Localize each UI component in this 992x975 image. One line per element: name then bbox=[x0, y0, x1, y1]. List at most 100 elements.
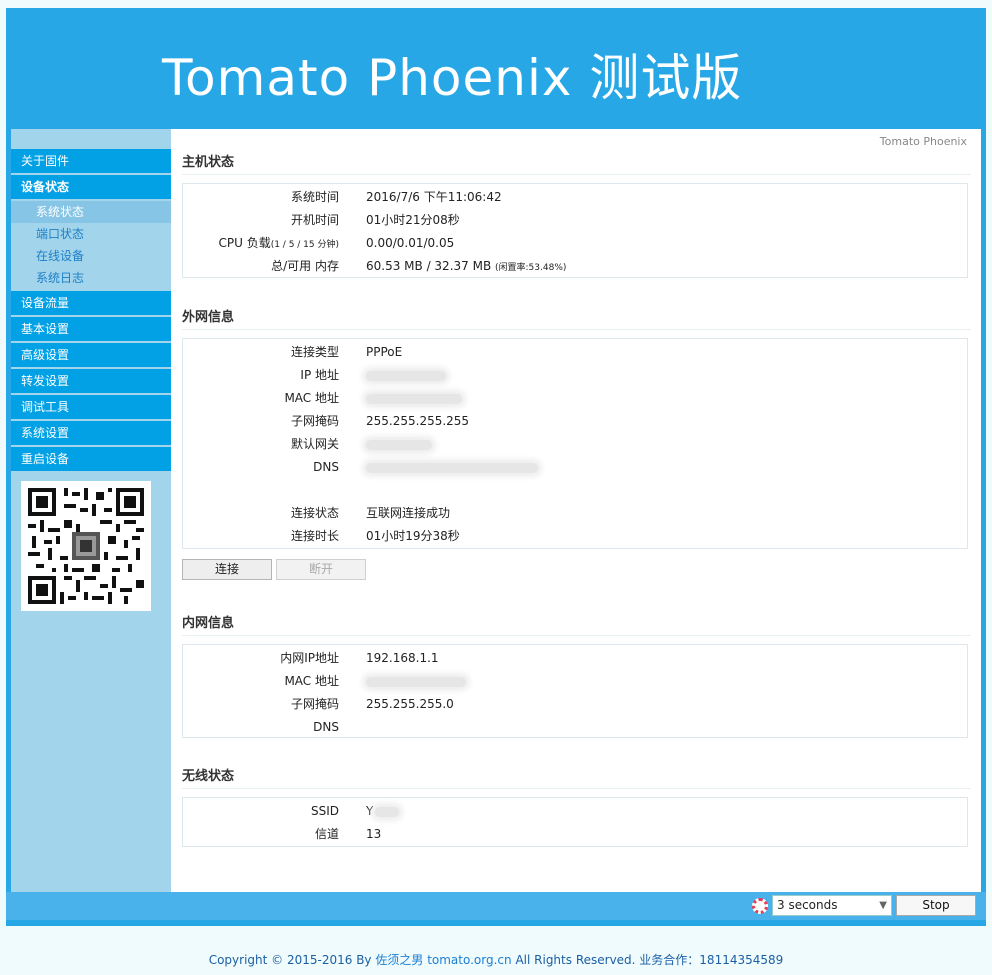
value-memory-idle: (闲置率:53.48%) bbox=[495, 263, 567, 273]
wan-info-box: 连接类型 PPPoE IP 地址 MAC 地址 子网掩码 255.255.255… bbox=[182, 338, 968, 549]
row-memory: 总/可用 内存 60.53 MB / 32.37 MB (闲置率:53.48%) bbox=[183, 255, 967, 278]
wan-actions: 连接 断开 bbox=[182, 559, 382, 580]
footer-site-link[interactable]: tomato.org.cn bbox=[427, 953, 511, 967]
redacted-blur bbox=[366, 439, 432, 450]
row-conn-type: 连接类型 PPPoE bbox=[183, 341, 967, 364]
footer-author-link[interactable]: 佐须之男 bbox=[375, 953, 423, 967]
sidebar-item-basic[interactable]: 基本设置 bbox=[11, 317, 171, 341]
footer-copyright: Copyright © 2015-2016 By bbox=[208, 953, 376, 967]
sidebar-subitem-system-status[interactable]: 系统状态 bbox=[11, 201, 171, 223]
sidebar-spacer bbox=[11, 129, 171, 149]
qr-code-image bbox=[21, 481, 151, 611]
label-gateway: 默认网关 bbox=[290, 437, 339, 451]
row-channel: 信道 13 bbox=[183, 823, 967, 846]
row-lan-dns: DNS bbox=[183, 716, 967, 739]
label-system-time: 系统时间 bbox=[290, 190, 339, 204]
sidebar-subitem-port-status[interactable]: 端口状态 bbox=[11, 223, 171, 245]
sidebar-item-tools[interactable]: 调试工具 bbox=[11, 395, 171, 419]
value-memory: 60.53 MB / 32.37 MB (闲置率:53.48%) bbox=[366, 255, 566, 280]
value-ssid: Y bbox=[366, 800, 400, 823]
label-cpu-suffix: (1 / 5 / 15 分钟) bbox=[270, 240, 339, 250]
label-conn-duration: 连接时长 bbox=[290, 529, 339, 543]
row-wan-netmask: 子网掩码 255.255.255.255 bbox=[183, 410, 967, 433]
sidebar-subitem-system-log[interactable]: 系统日志 bbox=[11, 267, 171, 289]
sidebar-subitem-online-devices[interactable]: 在线设备 bbox=[11, 245, 171, 267]
sidebar-subgroup-status: 系统状态 端口状态 在线设备 系统日志 bbox=[11, 201, 171, 289]
label-ssid: SSID bbox=[310, 804, 339, 818]
label-cpu-load: CPU 负载(1 / 5 / 15 分钟) bbox=[218, 232, 339, 257]
row-lan-netmask: 子网掩码 255.255.255.0 bbox=[183, 693, 967, 716]
row-lan-mac: MAC 地址 bbox=[183, 670, 967, 693]
row-wan-mac: MAC 地址 bbox=[183, 387, 967, 410]
value-cpu-load: 0.00/0.01/0.05 bbox=[366, 236, 455, 250]
row-wan-dns: DNS bbox=[183, 456, 967, 479]
value-ssid-text: Y bbox=[366, 804, 374, 818]
label-conn-status: 连接状态 bbox=[290, 506, 339, 520]
row-ssid: SSID Y bbox=[183, 800, 967, 823]
label-lan-netmask: 子网掩码 bbox=[290, 697, 339, 711]
row-conn-duration: 连接时长 01小时19分38秒 bbox=[183, 525, 967, 548]
disconnect-button[interactable]: 断开 bbox=[276, 559, 366, 580]
row-conn-status: 连接状态 互联网连接成功 bbox=[183, 502, 967, 525]
refresh-interval-select[interactable]: 3 seconds ▼ bbox=[772, 895, 892, 916]
value-lan-ip: 192.168.1.1 bbox=[366, 651, 439, 665]
row-lan-ip: 内网IP地址 192.168.1.1 bbox=[183, 647, 967, 670]
row-cpu: CPU 负载(1 / 5 / 15 分钟) 0.00/0.01/0.05 bbox=[183, 232, 967, 255]
value-channel: 13 bbox=[366, 827, 382, 841]
label-wan-dns: DNS bbox=[313, 460, 339, 474]
sidebar-item-advanced[interactable]: 高级设置 bbox=[11, 343, 171, 367]
value-uptime: 01小时21分08秒 bbox=[366, 213, 460, 227]
value-system-time: 2016/7/6 下午11:06:42 bbox=[366, 190, 502, 204]
footer-rights: All Rights Reserved. 业务合作：18114354589 bbox=[511, 953, 784, 967]
row-uptime: 开机时间 01小时21分08秒 bbox=[183, 209, 967, 232]
value-wan-dns-redacted bbox=[366, 456, 538, 479]
banner-title: Tomato Phoenix 测试版 bbox=[162, 49, 743, 107]
value-lan-netmask: 255.255.255.0 bbox=[366, 697, 454, 711]
value-conn-status: 互联网连接成功 bbox=[366, 506, 451, 520]
label-cpu-text: CPU 负载 bbox=[218, 236, 271, 250]
content-brand: Tomato Phoenix bbox=[879, 135, 967, 148]
value-wan-netmask: 255.255.255.255 bbox=[366, 414, 470, 428]
redacted-blur bbox=[366, 393, 462, 404]
label-conn-type: 连接类型 bbox=[290, 345, 339, 359]
connect-button[interactable]: 连接 bbox=[182, 559, 272, 580]
chevron-down-icon: ▼ bbox=[879, 900, 887, 911]
sidebar-item-traffic[interactable]: 设备流量 bbox=[11, 291, 171, 315]
value-memory-text: 60.53 MB / 32.37 MB bbox=[366, 259, 492, 273]
lan-info-box: 内网IP地址 192.168.1.1 MAC 地址 子网掩码 255.255.2… bbox=[182, 644, 968, 738]
redacted-blur bbox=[366, 462, 538, 473]
value-gateway-redacted bbox=[366, 433, 432, 456]
redacted-blur bbox=[366, 676, 466, 687]
section-title-wan: 外网信息 bbox=[182, 306, 971, 330]
sidebar-item-status[interactable]: 设备状态 bbox=[11, 175, 171, 199]
refresh-bar: 3 seconds ▼ Stop bbox=[6, 892, 986, 920]
refresh-spinner-icon bbox=[752, 898, 768, 914]
stop-button[interactable]: Stop bbox=[896, 895, 976, 916]
label-wan-netmask: 子网掩码 bbox=[290, 414, 339, 428]
section-title-lan: 内网信息 bbox=[182, 612, 971, 636]
label-lan-ip: 内网IP地址 bbox=[280, 651, 339, 665]
label-uptime: 开机时间 bbox=[290, 213, 339, 227]
qr-code-icon bbox=[28, 488, 144, 604]
value-conn-duration: 01小时19分38秒 bbox=[366, 529, 460, 543]
sidebar-item-reboot[interactable]: 重启设备 bbox=[11, 447, 171, 471]
row-gateway: 默认网关 bbox=[183, 433, 967, 456]
redacted-blur bbox=[375, 806, 400, 817]
footer: Copyright © 2015-2016 By 佐须之男 tomato.org… bbox=[0, 951, 992, 968]
value-lan-mac-redacted bbox=[366, 670, 466, 693]
row-spacer bbox=[183, 479, 967, 502]
value-wan-mac-redacted bbox=[366, 387, 462, 410]
section-title-wireless: 无线状态 bbox=[182, 765, 971, 789]
label-wan-ip: IP 地址 bbox=[300, 368, 339, 382]
sidebar-item-about[interactable]: 关于固件 bbox=[11, 149, 171, 173]
label-channel: 信道 bbox=[314, 827, 339, 841]
sidebar-item-forwarding[interactable]: 转发设置 bbox=[11, 369, 171, 393]
page-frame: Tomato Phoenix 测试版 关于固件 设备状态 系统状态 端口状态 在… bbox=[6, 8, 986, 926]
host-status-box: 系统时间 2016/7/6 下午11:06:42 开机时间 01小时21分08秒… bbox=[182, 183, 968, 278]
refresh-interval-value: 3 seconds bbox=[777, 898, 838, 912]
wireless-info-box: SSID Y 信道 13 bbox=[182, 797, 968, 847]
section-title-host: 主机状态 bbox=[182, 151, 971, 175]
row-wan-ip: IP 地址 bbox=[183, 364, 967, 387]
sidebar-item-system[interactable]: 系统设置 bbox=[11, 421, 171, 445]
main-content: Tomato Phoenix 主机状态 系统时间 2016/7/6 下午11:0… bbox=[171, 129, 981, 892]
